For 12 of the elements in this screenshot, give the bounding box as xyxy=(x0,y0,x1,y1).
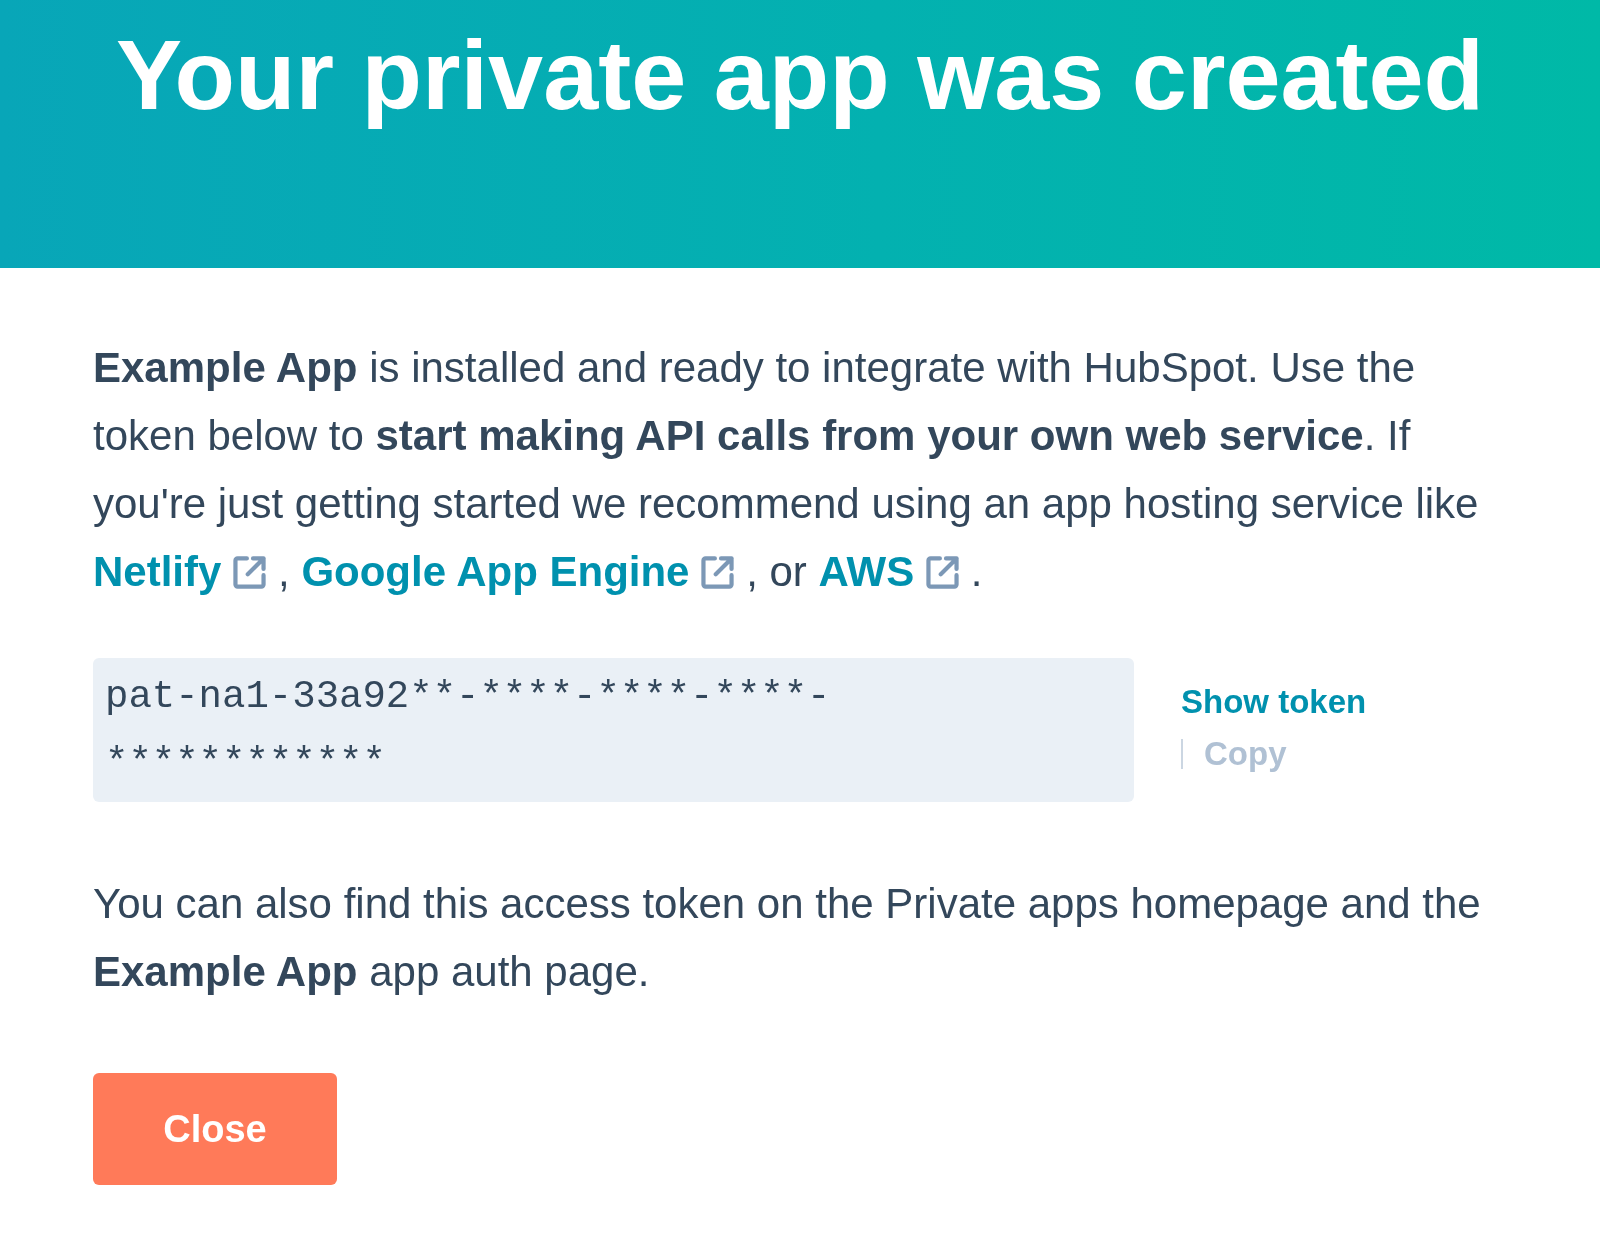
hosting-service-link[interactable]: Google App Engine xyxy=(301,548,735,595)
outro-paragraph: You can also find this access token on the Private apps homepage and the Example App app auth page. xyxy=(93,879,1482,997)
external-link-icon xyxy=(701,556,735,589)
hosting-service-link[interactable]: Netlify xyxy=(93,548,267,595)
page-title: Your private app was created xyxy=(114,19,1486,131)
token-field: pat-na1-33a92**-****-****-****-************ xyxy=(93,658,1134,802)
external-link-icon xyxy=(926,556,960,589)
hosting-service-link[interactable]: AWS xyxy=(818,548,960,595)
intro-paragraph: Example App is installed and ready to integrate with HubSpot. Use the token below to start making API calls from your own web service. If you're just getting started we recommend using an app hosting service like Netlify , Google App Engine , or AWS . xyxy=(93,343,1480,597)
external-link-icon xyxy=(233,556,267,589)
close-button[interactable]: Close xyxy=(93,1073,337,1185)
token-action-link[interactable]: Show token xyxy=(1181,680,1367,724)
